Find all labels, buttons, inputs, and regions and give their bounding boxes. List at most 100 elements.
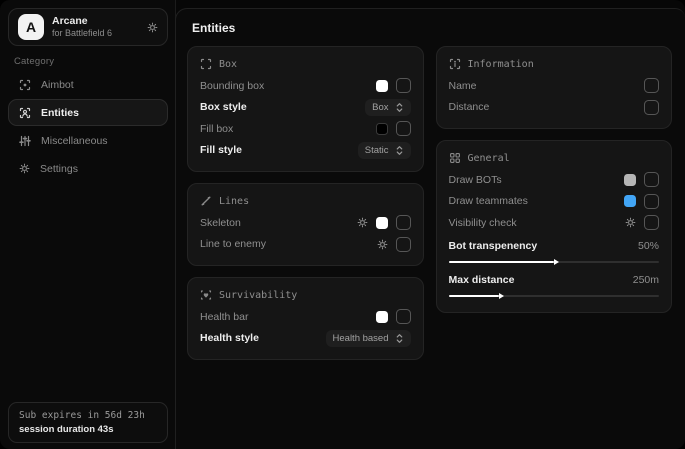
slider-fill <box>449 261 554 263</box>
bot-transparency-slider-row: Bot transpenency 50% <box>449 234 660 268</box>
card-title: Lines <box>219 196 249 207</box>
setting-label: Box style <box>200 101 247 113</box>
information-card-header: Information <box>449 58 660 70</box>
checkbox[interactable] <box>396 121 411 136</box>
gear-icon <box>19 163 30 174</box>
session-duration-text: session duration 43s <box>19 424 157 435</box>
checkbox[interactable] <box>396 309 411 324</box>
information-card: Information Name Distance <box>436 46 673 129</box>
setting-label: Distance <box>449 101 490 113</box>
setting-label: Health bar <box>200 311 248 323</box>
slider-thumb[interactable] <box>554 259 559 265</box>
entity-scan-icon <box>19 107 31 119</box>
sidebar: A Arcane for Battlefield 6 Category Aimb… <box>0 0 176 449</box>
slider-value: 50% <box>638 240 659 252</box>
select-value: Health based <box>333 333 389 344</box>
lines-card-header: Lines <box>200 195 411 207</box>
setting-label: Bounding box <box>200 80 264 92</box>
card-columns: Box Bounding box Box style <box>187 46 672 360</box>
setting-row: Health bar <box>200 306 411 328</box>
color-swatch[interactable] <box>624 195 636 207</box>
card-title: Survivability <box>219 290 297 301</box>
setting-row: Name <box>449 75 660 97</box>
chevron-updown-icon <box>395 102 404 113</box>
card-title: Box <box>219 59 237 70</box>
setting-label: Draw BOTs <box>449 174 502 186</box>
general-card: General Draw BOTs Draw teammates <box>436 140 673 313</box>
max-distance-slider-row: Max distance 250m <box>449 268 660 302</box>
checkbox[interactable] <box>396 215 411 230</box>
survivability-card-header: Survivability <box>200 289 411 301</box>
health-style-select[interactable]: Health based <box>326 330 411 347</box>
gear-icon[interactable] <box>147 22 158 33</box>
main-area: Entities Box Bounding box <box>175 0 685 449</box>
subscription-card: Sub expires in 56d 23h session duration … <box>8 402 168 443</box>
color-swatch[interactable] <box>376 123 388 135</box>
app-subtitle: for Battlefield 6 <box>52 28 112 39</box>
color-swatch[interactable] <box>376 311 388 323</box>
chevron-updown-icon <box>395 333 404 344</box>
grid-icon <box>449 152 461 164</box>
category-label: Category <box>14 56 54 67</box>
color-swatch[interactable] <box>624 174 636 186</box>
setting-label: Visibility check <box>449 217 517 229</box>
setting-row: Fill box <box>200 118 411 140</box>
checkbox[interactable] <box>644 215 659 230</box>
chevron-updown-icon <box>395 145 404 156</box>
crosshair-brackets-icon <box>19 79 31 91</box>
checkbox[interactable] <box>644 172 659 187</box>
lines-card: Lines Skeleton Line to enemy <box>187 183 424 266</box>
setting-label: Max distance <box>449 274 515 286</box>
sidebar-item-miscellaneous[interactable]: Miscellaneous <box>8 127 168 154</box>
app-window: A Arcane for Battlefield 6 Category Aimb… <box>0 0 685 449</box>
checkbox[interactable] <box>644 100 659 115</box>
card-title: General <box>468 153 510 164</box>
setting-label: Fill box <box>200 123 233 135</box>
setting-row: Visibility check <box>449 212 660 234</box>
checkbox[interactable] <box>644 78 659 93</box>
app-logo: A <box>18 14 44 40</box>
setting-label: Line to enemy <box>200 238 266 250</box>
sidebar-item-label: Settings <box>40 163 78 175</box>
setting-row: Fill style Static <box>200 140 411 162</box>
gear-icon[interactable] <box>377 239 388 250</box>
setting-label: Bot transpenency <box>449 240 538 252</box>
box-card: Box Bounding box Box style <box>187 46 424 172</box>
setting-label: Skeleton <box>200 217 241 229</box>
slider-thumb[interactable] <box>499 293 504 299</box>
sidebar-item-entities[interactable]: Entities <box>8 99 168 126</box>
sidebar-item-settings[interactable]: Settings <box>8 155 168 182</box>
app-header-card: A Arcane for Battlefield 6 <box>8 8 168 46</box>
slider-fill <box>449 295 500 297</box>
setting-row: Draw teammates <box>449 191 660 213</box>
general-card-header: General <box>449 152 660 164</box>
sidebar-item-label: Aimbot <box>41 79 74 91</box>
app-name: Arcane <box>52 15 112 28</box>
right-column: Information Name Distance <box>436 46 673 360</box>
slider-value: 250m <box>633 274 659 286</box>
gear-icon[interactable] <box>357 217 368 228</box>
box-style-select[interactable]: Box <box>365 99 410 116</box>
sidebar-item-aimbot[interactable]: Aimbot <box>8 71 168 98</box>
color-swatch[interactable] <box>376 80 388 92</box>
setting-row: Line to enemy <box>200 234 411 256</box>
checkbox[interactable] <box>396 237 411 252</box>
setting-row: Draw BOTs <box>449 169 660 191</box>
gear-icon[interactable] <box>625 217 636 228</box>
setting-row: Health style Health based <box>200 328 411 350</box>
sidebar-item-label: Miscellaneous <box>41 135 108 147</box>
sidebar-nav: Aimbot Entities Miscellaneous Settings <box>8 71 168 182</box>
fill-style-select[interactable]: Static <box>358 142 411 159</box>
info-scan-icon <box>449 58 461 70</box>
setting-row: Box style Box <box>200 97 411 119</box>
bot-transparency-slider[interactable] <box>449 261 660 263</box>
card-title: Information <box>468 59 534 70</box>
survivability-card: Survivability Health bar Health style <box>187 277 424 360</box>
color-swatch[interactable] <box>376 217 388 229</box>
heart-scan-icon <box>200 289 212 301</box>
setting-row: Bounding box <box>200 75 411 97</box>
checkbox[interactable] <box>644 194 659 209</box>
setting-row: Distance <box>449 97 660 119</box>
max-distance-slider[interactable] <box>449 295 660 297</box>
checkbox[interactable] <box>396 78 411 93</box>
